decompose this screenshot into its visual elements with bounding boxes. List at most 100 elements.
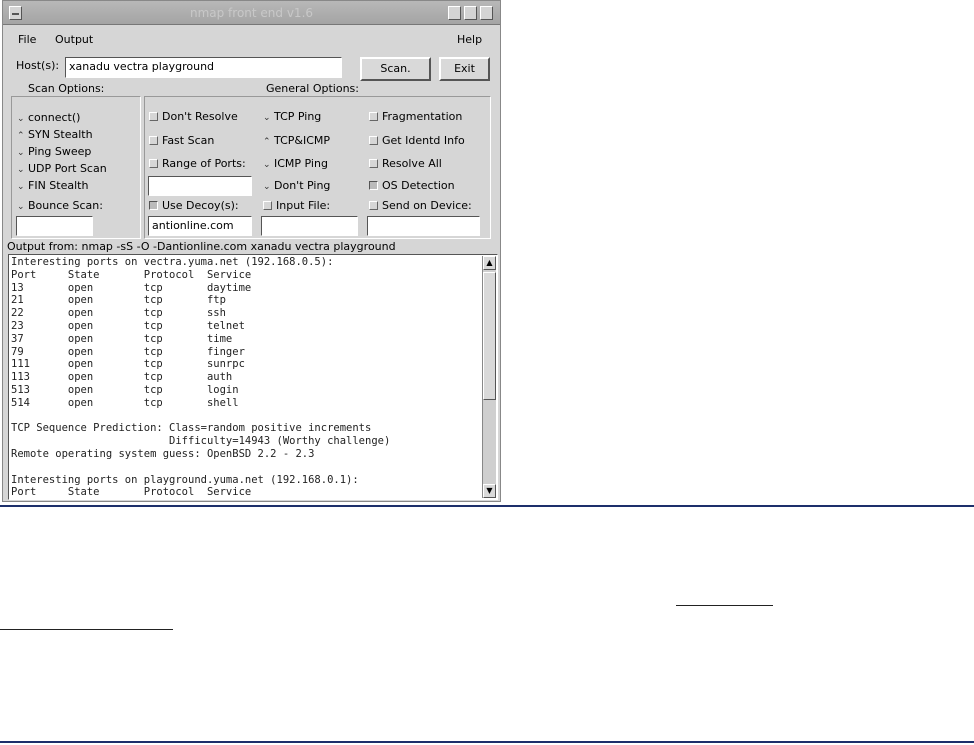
radio-off-icon: ⌄ <box>263 113 271 123</box>
check-dont-resolve[interactable]: Don't Resolve <box>149 110 238 123</box>
radio-off-icon: ⌄ <box>17 148 25 158</box>
check-use-decoys[interactable]: Use Decoy(s): <box>149 199 239 212</box>
output-line: 514 open tcp shell <box>11 396 239 409</box>
radio-label: FIN Stealth <box>28 179 89 192</box>
checkbox-label: Resolve All <box>382 157 442 170</box>
checkbox-label: OS Detection <box>382 179 455 192</box>
radio-label: TCP&ICMP <box>274 134 331 147</box>
output-line: Interesting ports on playground.yuma.net… <box>11 473 359 486</box>
radio-label: SYN Stealth <box>28 128 93 141</box>
checkbox-checked-icon <box>149 201 158 210</box>
check-fast-scan[interactable]: Fast Scan <box>149 134 214 147</box>
underline-link[interactable] <box>0 629 173 630</box>
checkbox-label: Get Identd Info <box>382 134 465 147</box>
scroll-up-icon[interactable]: ▲ <box>483 256 496 270</box>
exit-button[interactable]: Exit <box>439 57 490 81</box>
radio-fin-stealth[interactable]: ⌄ FIN Stealth <box>17 179 88 192</box>
radio-off-icon: ⌄ <box>263 160 271 170</box>
output-line: 79 open tcp finger <box>11 345 245 358</box>
divider <box>0 741 974 743</box>
check-os-detection[interactable]: OS Detection <box>369 179 455 192</box>
window-close-icon[interactable] <box>448 6 461 20</box>
radio-label: TCP Ping <box>274 110 322 123</box>
radio-on-icon: ⌃ <box>17 131 25 141</box>
radio-connect[interactable]: ⌄ connect() <box>17 111 80 124</box>
radio-off-icon: ⌄ <box>17 165 25 175</box>
radio-label: UDP Port Scan <box>28 162 107 175</box>
checkbox-label: Range of Ports: <box>162 157 246 170</box>
menu-file[interactable]: File <box>18 33 36 46</box>
radio-udp-port-scan[interactable]: ⌄ UDP Port Scan <box>17 162 107 175</box>
port-range-input[interactable] <box>148 176 252 196</box>
checkbox-label: Don't Resolve <box>162 110 238 123</box>
menu-help[interactable]: Help <box>457 33 482 46</box>
radio-off-icon: ⌄ <box>263 182 271 192</box>
output-line: 513 open tcp login <box>11 383 239 396</box>
output-line: Remote operating system guess: OpenBSD 2… <box>11 447 315 460</box>
output-line: Interesting ports on vectra.yuma.net (19… <box>11 256 334 268</box>
check-resolve-all[interactable]: Resolve All <box>369 157 442 170</box>
check-input-file[interactable]: Input File: <box>263 199 330 212</box>
radio-off-icon: ⌄ <box>17 114 25 124</box>
window-title: nmap front end v1.6 <box>189 6 314 20</box>
radio-label: Bounce Scan: <box>28 199 103 212</box>
checkbox-icon <box>369 201 378 210</box>
bounce-host-input[interactable] <box>16 216 93 236</box>
output-line: TCP Sequence Prediction: Class=random po… <box>11 422 372 435</box>
checkbox-label: Fast Scan <box>162 134 215 147</box>
radio-dont-ping[interactable]: ⌄ Don't Ping <box>263 179 330 192</box>
output-line: 111 open tcp sunrpc <box>11 358 245 371</box>
window-maximize-icon[interactable] <box>480 6 493 20</box>
checkbox-label: Send on Device: <box>382 199 472 212</box>
checkbox-icon <box>369 159 378 168</box>
device-input[interactable] <box>367 216 480 236</box>
radio-tcp-ping[interactable]: ⌄ TCP Ping <box>263 110 321 123</box>
output-line: 113 open tcp auth <box>11 371 233 384</box>
output-line: Port State Protocol Service <box>11 268 252 281</box>
general-options-title: General Options: <box>266 82 359 95</box>
output-text: Interesting ports on vectra.yuma.net (19… <box>11 256 390 499</box>
output-area[interactable]: Interesting ports on vectra.yuma.net (19… <box>8 254 498 500</box>
menu-output[interactable]: Output <box>55 33 93 46</box>
radio-label: connect() <box>28 111 81 124</box>
check-range-of-ports[interactable]: Range of Ports: <box>149 157 246 170</box>
radio-icmp-ping[interactable]: ⌄ ICMP Ping <box>263 157 328 170</box>
output-line: 37 open tcp time <box>11 332 233 345</box>
radio-label: Ping Sweep <box>28 145 92 158</box>
output-line: Port State Protocol Service <box>11 486 252 499</box>
check-fragmentation[interactable]: Fragmentation <box>369 110 462 123</box>
radio-off-icon: ⌄ <box>17 202 25 212</box>
title-bar[interactable]: nmap front end v1.6 <box>3 1 500 25</box>
radio-bounce-scan[interactable]: ⌄ Bounce Scan: <box>17 199 103 212</box>
window-minimize-icon[interactable] <box>464 6 477 20</box>
underline-link[interactable] <box>676 605 773 606</box>
checkbox-icon <box>263 201 272 210</box>
radio-syn-stealth[interactable]: ⌃ SYN Stealth <box>17 128 93 141</box>
output-from-label: Output from: nmap -sS -O -Dantionline.co… <box>7 240 396 253</box>
checkbox-label: Input File: <box>276 199 331 212</box>
scan-options-title: Scan Options: <box>28 82 105 95</box>
host-input[interactable]: xanadu vectra playground <box>65 57 342 78</box>
check-get-identd-info[interactable]: Get Identd Info <box>369 134 465 147</box>
output-scrollbar[interactable]: ▲ ▼ <box>482 256 496 498</box>
scroll-down-icon[interactable]: ▼ <box>483 484 496 498</box>
host-label: Host(s): <box>16 59 60 72</box>
checkbox-label: Fragmentation <box>382 110 463 123</box>
checkbox-icon <box>149 112 158 121</box>
decoy-input[interactable]: antionline.com <box>148 216 252 236</box>
nmap-window: nmap front end v1.6 File Output Help Hos… <box>2 0 501 502</box>
checkbox-icon <box>369 112 378 121</box>
radio-tcp-icmp[interactable]: ⌃ TCP&ICMP <box>263 134 330 147</box>
output-line: Difficulty=14943 (Worthy challenge) <box>11 435 391 448</box>
radio-label: Don't Ping <box>274 179 331 192</box>
output-line: 13 open tcp daytime <box>11 281 252 294</box>
checkbox-icon <box>369 136 378 145</box>
checkbox-icon <box>149 136 158 145</box>
scroll-thumb[interactable] <box>483 272 496 400</box>
radio-ping-sweep[interactable]: ⌄ Ping Sweep <box>17 145 91 158</box>
scan-button[interactable]: Scan. <box>360 57 431 81</box>
check-send-on-device[interactable]: Send on Device: <box>369 199 472 212</box>
input-file-field[interactable] <box>261 216 358 236</box>
